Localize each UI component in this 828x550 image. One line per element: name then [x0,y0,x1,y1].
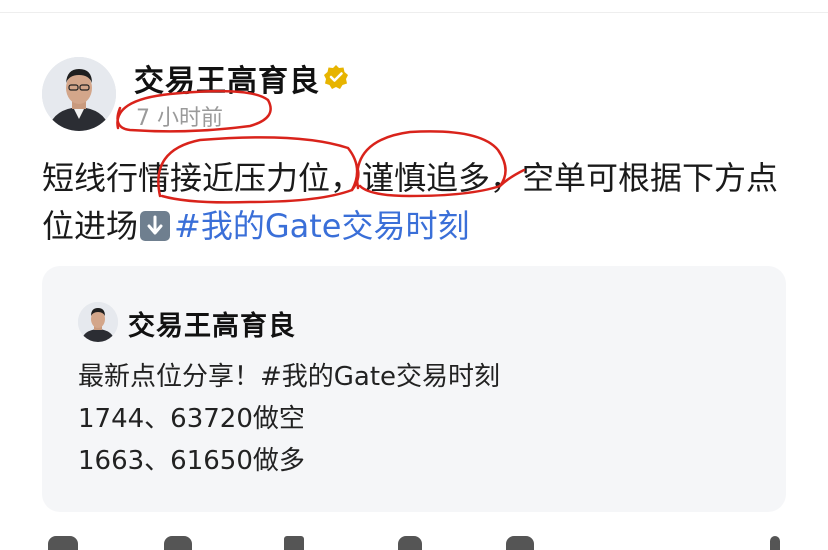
post-hashtag-link[interactable]: #我的Gate交易时刻 [174,207,469,245]
down-arrow-emoji-icon [140,211,171,241]
quoted-author-avatar[interactable] [78,302,118,342]
verified-badge-icon [323,64,349,90]
quoted-text-line-1: 最新点位分享！#我的Gate交易时刻 [78,362,501,392]
top-divider [0,12,828,13]
author-avatar[interactable] [42,57,116,131]
quoted-text-line-2: 1744、63720做空 [78,404,305,434]
quoted-post-card[interactable]: 交易王高育良 最新点位分享！#我的Gate交易时刻 1744、63720做空 1… [42,266,786,512]
quoted-author-name[interactable]: 交易王高育良 [128,304,296,343]
post-body: 短线行情接近压力位，谨慎追多，空单可根据下方点位进场 #我的Gate交易时刻 [42,154,802,250]
post-timestamp: 7 小时前 [136,106,223,131]
author-name[interactable]: 交易王高育良 [134,56,320,100]
quoted-text-line-3: 1663、61650做多 [78,446,305,476]
